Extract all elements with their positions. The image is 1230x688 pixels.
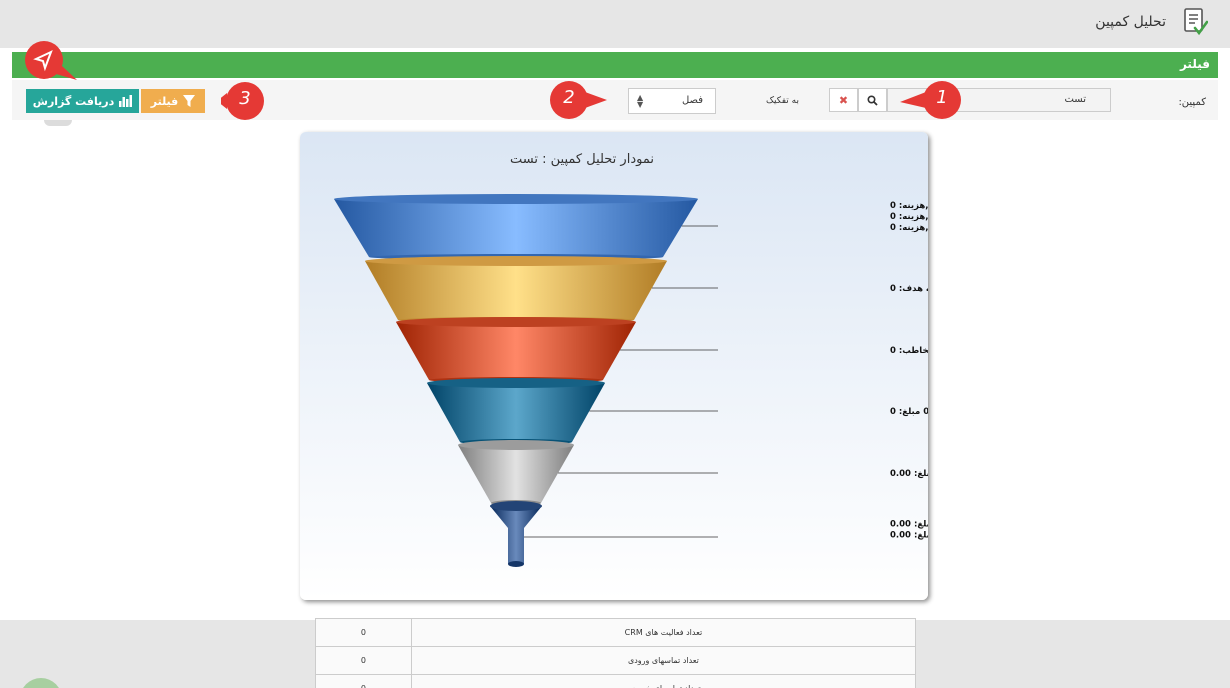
funnel-stage-label: تعداد مخاطب: 0 bbox=[890, 346, 928, 356]
funnel-chart: نمودار تحلیل کمپین : تست تعداد برنامه تب… bbox=[334, 152, 928, 567]
funnel-stage[interactable]: تعداد پیش فاکتور: 0 مبلغ: 0.00 bbox=[458, 440, 928, 506]
table-cell-label: تعداد تماسهای خروجی bbox=[410, 674, 917, 688]
filter-button[interactable]: فیلتر bbox=[141, 89, 205, 113]
select-arrows-icon: ▲ ▼ bbox=[637, 93, 644, 109]
filter-panel-title: فیلتر bbox=[1179, 57, 1210, 71]
funnel-stage-body bbox=[490, 506, 542, 564]
callout-2-number: 2 bbox=[563, 87, 575, 108]
funnel-stage-rim bbox=[490, 501, 542, 511]
funnel-stage-bottom bbox=[508, 561, 524, 567]
table-row: تعداد تماسهای خروجی0 bbox=[315, 674, 917, 688]
funnel-stage-body bbox=[334, 199, 698, 257]
funnel-stage-body bbox=[365, 261, 667, 320]
table-row: تعداد فعالیت های CRM 0 bbox=[315, 618, 917, 647]
funnel-stage[interactable]: تعداد فاکتور: 0 مبلغ: 0.00تعداد قرارداد:… bbox=[490, 501, 928, 567]
chart-bars-icon bbox=[119, 95, 133, 107]
top-bar bbox=[0, 0, 1230, 48]
funnel-stage-label: تعداد فرصت: 0 مبلغ: 0 bbox=[890, 407, 928, 417]
funnel-stage[interactable]: تعداد برنامه تبلیغ دیجیتال: 0 ,هزینه: 0ت… bbox=[334, 194, 928, 260]
campaign-label: کمپین: bbox=[1178, 97, 1206, 108]
funnel-stage-rim bbox=[365, 256, 667, 266]
breakdown-label: به تفکیک bbox=[766, 96, 799, 106]
funnel-stage-label: تعداد قرارداد: 0 مبلغ: 0.00 bbox=[890, 531, 928, 541]
funnel-stage-label: تعداد فعالیت تبلیغاتی: 0 ,هزینه: 0 bbox=[890, 212, 928, 222]
page-title: تحلیل کمپین bbox=[1095, 14, 1166, 30]
period-select[interactable]: فصل ▲ ▼ bbox=[628, 88, 716, 114]
funnel-stage-body bbox=[396, 322, 636, 380]
callout-1-number: 1 bbox=[936, 87, 948, 108]
funnel-stage[interactable]: تعداد فرصت: 0 مبلغ: 0 bbox=[427, 378, 928, 445]
table-cell-label: تعداد فعالیت های CRM bbox=[410, 618, 917, 647]
funnel-stage-body bbox=[458, 445, 574, 503]
collapse-tab[interactable] bbox=[44, 120, 72, 126]
funnel-stage-rim bbox=[427, 378, 605, 388]
report-icon bbox=[1184, 8, 1208, 36]
funnel-stage-label: تعداد پیش فاکتور: 0 مبلغ: 0.00 bbox=[890, 469, 928, 479]
table-cell-value: 0 bbox=[315, 646, 412, 675]
table-cell-value: 0 bbox=[315, 674, 412, 688]
search-icon bbox=[867, 94, 878, 106]
funnel-stage-rim bbox=[334, 194, 698, 204]
get-report-button[interactable]: دریافت گزارش bbox=[26, 89, 139, 113]
filter-panel-header[interactable]: فیلتر bbox=[12, 52, 1218, 78]
funnel-stage-label: تعداد فعالیت شبکه اجتماعی: 0 ,هزینه: 0 bbox=[890, 223, 928, 233]
table-row: تعداد تماسهای ورودی 0 bbox=[315, 646, 917, 675]
chart-title: نمودار تحلیل کمپین : تست bbox=[510, 152, 654, 167]
get-report-button-label: دریافت گزارش bbox=[32, 94, 115, 108]
summary-table: تعداد فعالیت های CRM 0 تعداد تماسهای ورودی… bbox=[315, 618, 917, 688]
search-button[interactable] bbox=[858, 88, 887, 112]
callout-1: 1 bbox=[900, 80, 966, 120]
clear-button[interactable]: ✖ bbox=[829, 88, 858, 112]
funnel-stage-rim bbox=[458, 440, 574, 450]
callout-3-number: 3 bbox=[239, 88, 251, 109]
funnel-stage[interactable]: تعداد جامعه هدف: 0 bbox=[365, 256, 928, 323]
filter-icon bbox=[183, 95, 196, 107]
callout-arrow bbox=[22, 40, 77, 80]
table-cell-value: 0 bbox=[315, 618, 412, 647]
period-select-value: فصل bbox=[681, 95, 703, 106]
close-icon: ✖ bbox=[838, 93, 849, 107]
callout-2: 2 bbox=[545, 80, 607, 120]
funnel-stage-label: تعداد برنامه تبلیغ دیجیتال: 0 ,هزینه: 0 bbox=[890, 201, 928, 211]
funnel-stage-label: تعداد فاکتور: 0 مبلغ: 0.00 bbox=[890, 520, 928, 530]
funnel-stage[interactable]: تعداد مخاطب: 0 bbox=[396, 317, 928, 383]
funnel-stage-label: تعداد جامعه هدف: 0 bbox=[890, 284, 928, 294]
callout-3: 3 bbox=[221, 81, 269, 121]
table-cell-label: تعداد تماسهای ورودی bbox=[410, 646, 917, 675]
funnel-stage-rim bbox=[396, 317, 636, 327]
filter-button-label: فیلتر bbox=[150, 94, 179, 108]
funnel-stage-body bbox=[427, 383, 605, 442]
